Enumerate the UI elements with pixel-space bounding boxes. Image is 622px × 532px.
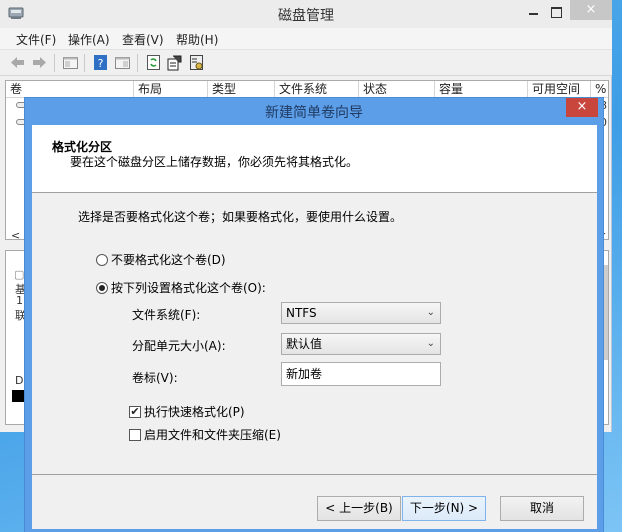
- column-header: 卷 布局 类型 文件系统 状态 容量 可用空间 %: [6, 81, 608, 98]
- menu-help[interactable]: 帮助(H): [176, 31, 218, 48]
- window-title: 磁盘管理: [278, 8, 334, 24]
- file-system-select[interactable]: NTFS ⌄: [281, 302, 441, 324]
- radio-label: 不要格式化这个卷(D): [111, 253, 226, 267]
- quick-format-checkbox-row[interactable]: ✔ 执行快速格式化(P): [129, 403, 245, 420]
- toolbar-separator: [84, 54, 85, 72]
- column-file-system[interactable]: 文件系统: [275, 81, 359, 98]
- toolbar-separator: [54, 54, 55, 72]
- help-icon[interactable]: ?: [92, 54, 109, 71]
- cancel-button[interactable]: 取消: [500, 496, 584, 521]
- properties-icon[interactable]: [166, 54, 183, 71]
- file-system-label: 文件系统(F):: [132, 308, 201, 322]
- allocation-unit-label: 分配单元大小(A):: [132, 339, 226, 353]
- refresh-icon[interactable]: [145, 54, 162, 71]
- checkbox-label: 执行快速格式化(P): [144, 405, 245, 419]
- dialog-close-button[interactable]: ×: [566, 98, 598, 117]
- radio-button-selected[interactable]: [96, 281, 108, 294]
- menu-view[interactable]: 查看(V): [122, 31, 164, 48]
- scroll-left-arrow[interactable]: <: [11, 229, 20, 242]
- radio-do-not-format[interactable]: 不要格式化这个卷(D): [96, 251, 226, 268]
- column-volume[interactable]: 卷: [6, 81, 134, 98]
- radio-format-with-settings[interactable]: 按下列设置格式化这个卷(O):: [96, 279, 266, 296]
- menu-file[interactable]: 文件(F): [16, 31, 56, 48]
- close-button[interactable]: ×: [570, 0, 612, 20]
- next-button[interactable]: 下一步(N) >: [402, 496, 486, 521]
- column-percent-free[interactable]: %: [591, 81, 608, 98]
- title-bar: 磁盘管理 ×: [0, 0, 612, 28]
- instruction-text: 选择是否要格式化这个卷；如果要格式化，要使用什么设置。: [78, 210, 403, 224]
- menu-bar: 文件(F) 操作(A) 查看(V) 帮助(H): [0, 28, 612, 50]
- wizard-page-subtitle: 要在这个磁盘分区上储存数据，你必须先将其格式化。: [70, 155, 359, 169]
- radio-button[interactable]: [96, 253, 108, 266]
- drive-letter-stub: D: [15, 374, 24, 387]
- new-simple-volume-wizard: 新建简单卷向导 × 格式化分区 要在这个磁盘分区上储存数据，你必须先将其格式化。…: [24, 97, 604, 532]
- column-capacity[interactable]: 容量: [435, 81, 528, 98]
- chevron-down-icon: ⌄: [426, 338, 435, 349]
- volume-label-input[interactable]: 新加卷: [281, 362, 441, 386]
- show-hide-action-pane-icon[interactable]: [114, 54, 131, 71]
- toolbar: ?: [0, 50, 612, 76]
- svg-text:?: ?: [98, 57, 104, 70]
- quick-format-checkbox[interactable]: ✔: [129, 405, 141, 418]
- dialog-title: 新建简单卷向导: [265, 105, 363, 121]
- settings-icon[interactable]: [188, 54, 205, 71]
- back-button[interactable]: < 上一步(B): [317, 496, 401, 521]
- disk-size-stub: 1: [16, 294, 23, 307]
- back-arrow-icon[interactable]: [9, 54, 26, 71]
- maximize-button[interactable]: [544, 2, 568, 24]
- compression-checkbox-row[interactable]: 启用文件和文件夹压缩(E): [129, 426, 281, 443]
- column-free-space[interactable]: 可用空间: [528, 81, 591, 98]
- unallocated-legend-swatch: [12, 390, 24, 402]
- forward-arrow-icon[interactable]: [31, 54, 48, 71]
- compression-checkbox[interactable]: [129, 428, 141, 441]
- chevron-down-icon: ⌄: [426, 307, 435, 318]
- menu-action[interactable]: 操作(A): [68, 31, 110, 48]
- checkbox-label: 启用文件和文件夹压缩(E): [144, 428, 281, 442]
- radio-label: 按下列设置格式化这个卷(O):: [111, 281, 266, 295]
- show-hide-console-tree-icon[interactable]: [62, 54, 79, 71]
- column-type[interactable]: 类型: [208, 81, 275, 98]
- column-layout[interactable]: 布局: [134, 81, 208, 98]
- allocation-unit-select[interactable]: 默认值 ⌄: [281, 333, 441, 355]
- file-system-value: NTFS: [286, 306, 317, 320]
- allocation-unit-value: 默认值: [286, 337, 323, 351]
- volume-label-label: 卷标(V):: [132, 371, 178, 385]
- toolbar-separator: [137, 54, 138, 72]
- column-status[interactable]: 状态: [359, 81, 435, 98]
- wizard-header: 格式化分区 要在这个磁盘分区上储存数据，你必须先将其格式化。: [32, 125, 597, 193]
- dialog-client-area: 格式化分区 要在这个磁盘分区上储存数据，你必须先将其格式化。 选择是否要格式化这…: [32, 125, 597, 529]
- disk-icon: ▢: [14, 268, 25, 281]
- minimize-button[interactable]: [522, 2, 546, 24]
- footer-divider: [32, 474, 597, 475]
